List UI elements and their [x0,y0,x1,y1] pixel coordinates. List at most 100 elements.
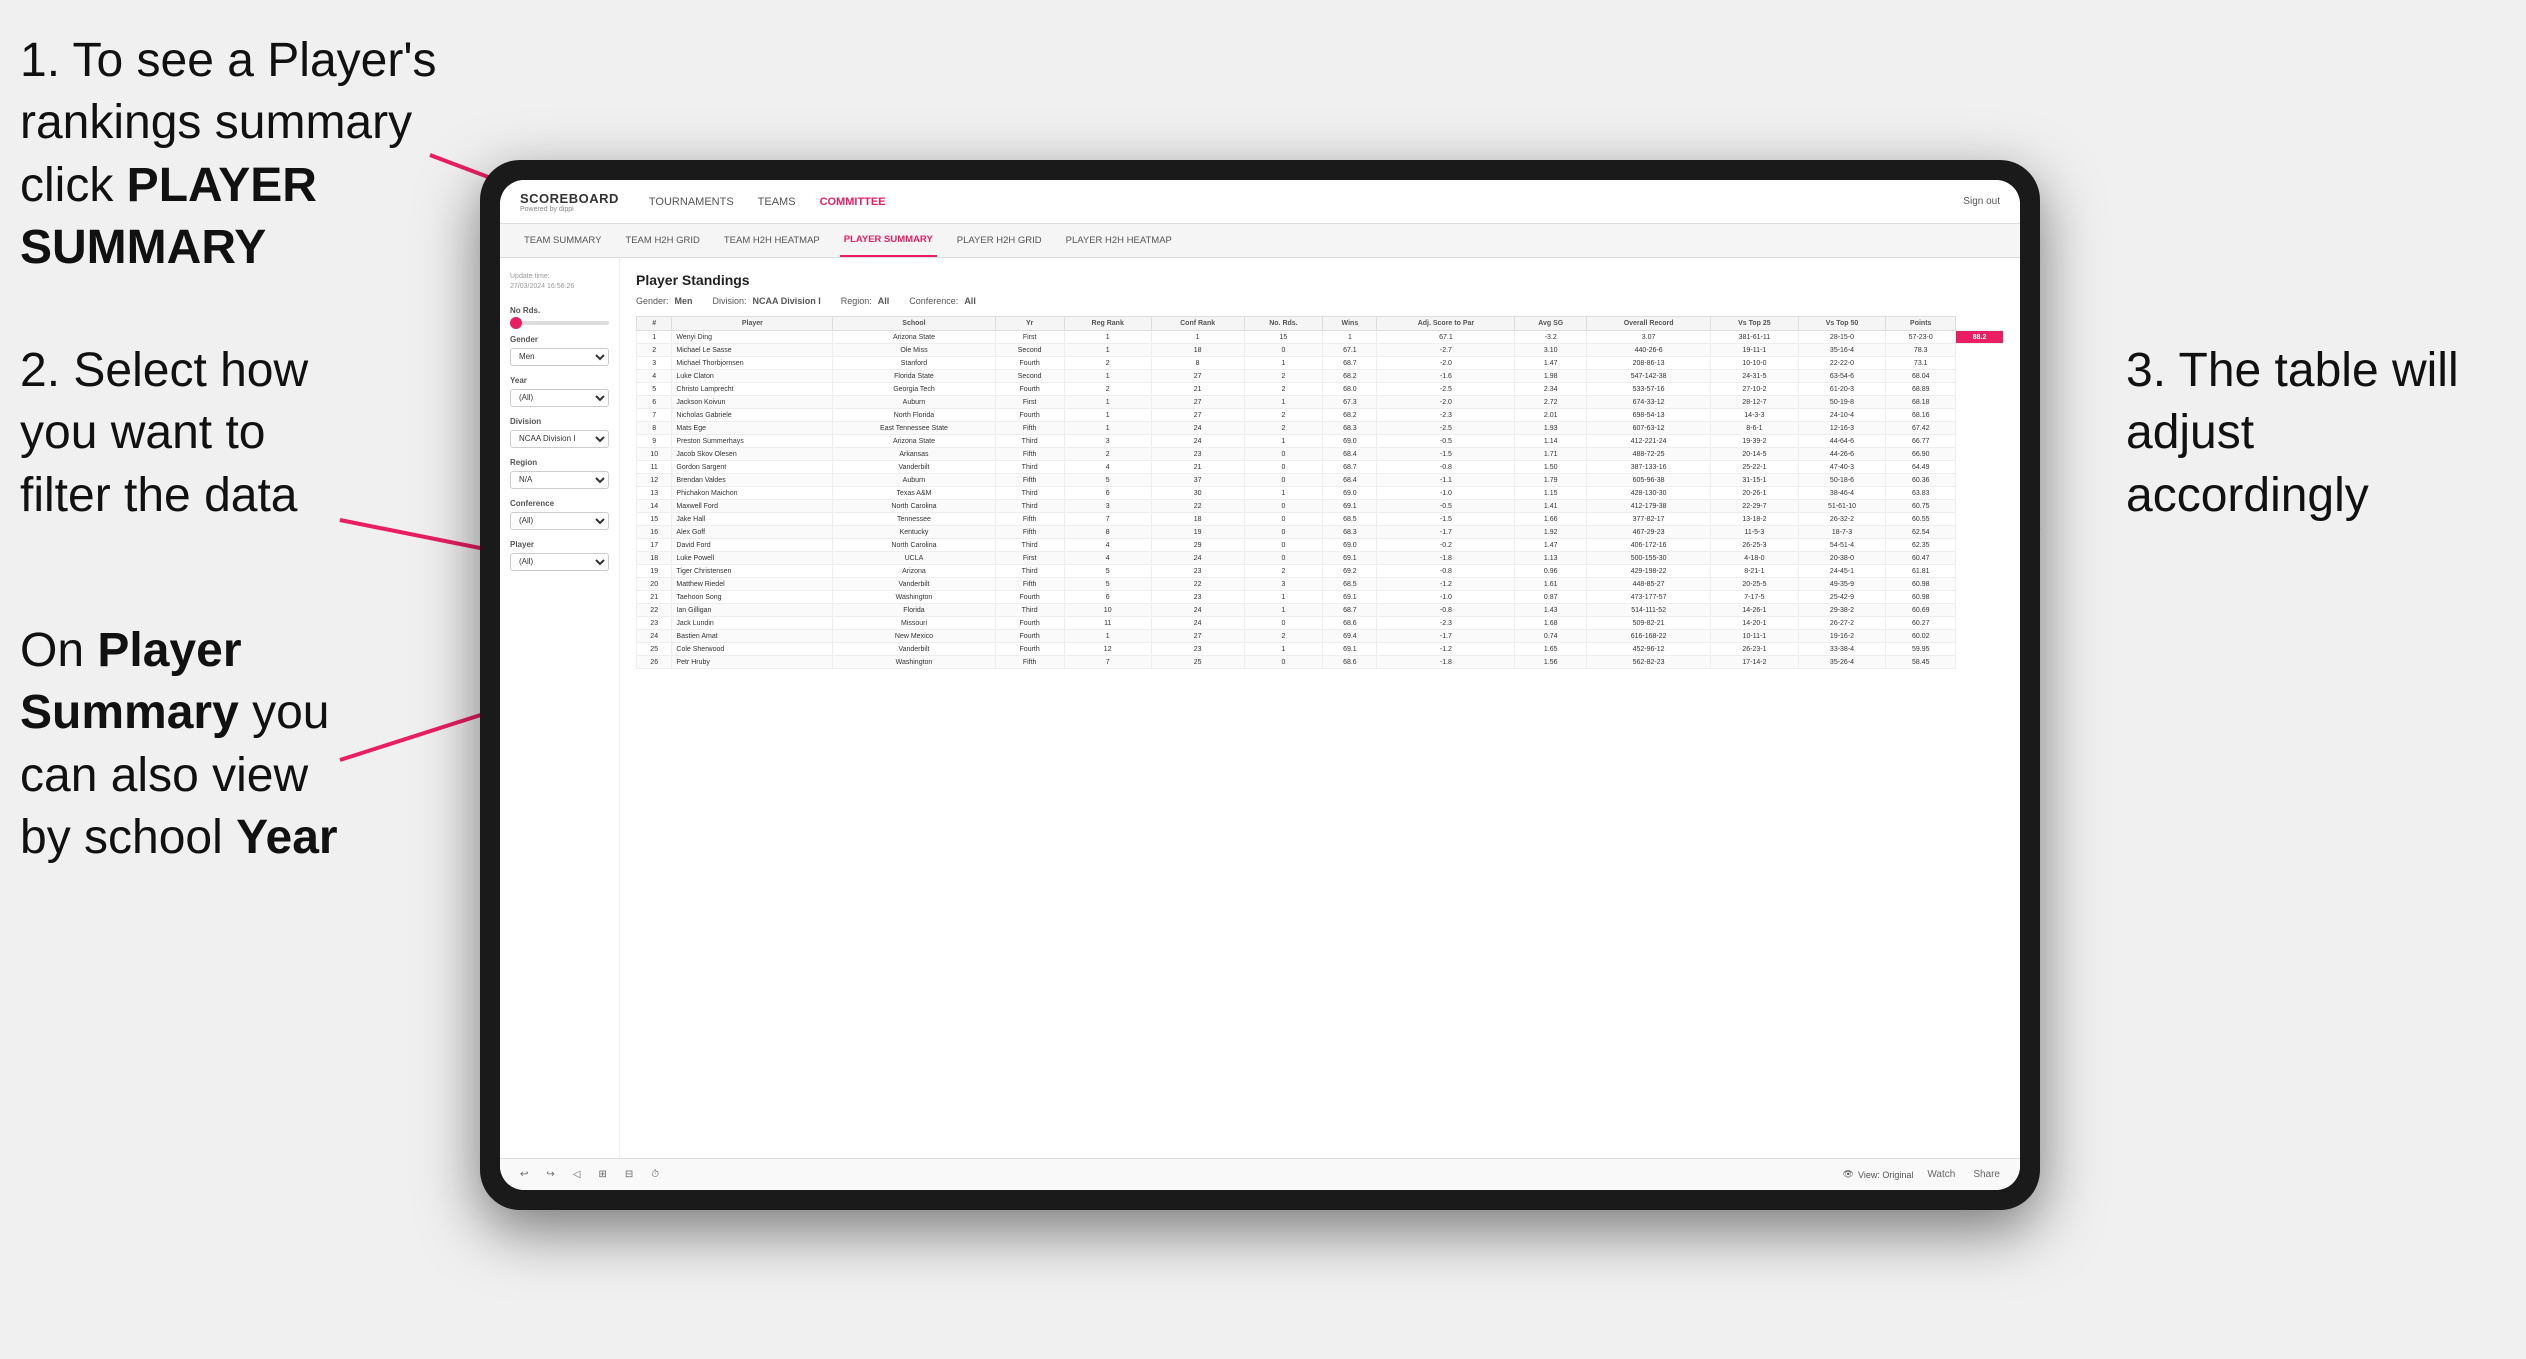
table-cell: 467-29-23 [1587,526,1711,539]
table-cell: 60.98 [1886,578,1956,591]
paste-button[interactable]: ⊟ [621,1167,637,1182]
table-cell: 33-38-4 [1798,643,1886,656]
player-select[interactable]: (All) [510,553,609,571]
table-cell: Arkansas [833,448,995,461]
table-cell: Ian Gilligan [672,604,833,617]
table-cell: 547-142-38 [1587,370,1711,383]
table-cell: 381-61-11 [1711,331,1799,344]
table-cell: 60.47 [1886,552,1956,565]
table-cell: Nicholas Gabriele [672,409,833,422]
nav-committee[interactable]: COMMITTEE [820,192,886,212]
table-cell: Tennessee [833,513,995,526]
table-cell: 69.1 [1323,500,1377,513]
table-cell: 73.1 [1886,357,1956,370]
table-cell: 2.01 [1515,409,1587,422]
table-cell: -1.7 [1377,526,1515,539]
table-cell: 4 [1064,552,1151,565]
sub-nav-player-h2h-grid[interactable]: PLAYER H2H GRID [953,224,1046,257]
table-cell: -1.8 [1377,656,1515,669]
table-cell: Fourth [995,383,1064,396]
sidebar: Update time: 27/03/2024 16:56:26 No Rds.… [500,258,620,1158]
share-button[interactable]: Share [1969,1167,2004,1182]
table-cell: 28-12-7 [1711,396,1799,409]
table-cell: 68.7 [1323,604,1377,617]
filter-region: Region: All [841,296,890,306]
table-cell: Jack Lundin [672,617,833,630]
copy-button[interactable]: ⊞ [594,1167,610,1182]
standings-table: # Player School Yr Reg Rank Conf Rank No… [636,316,2004,669]
table-cell: 8 [637,422,672,435]
step3-line2: Summary [20,686,239,739]
table-cell: UCLA [833,552,995,565]
table-cell: 18 [1151,513,1244,526]
table-cell: 3 [637,357,672,370]
back-button[interactable]: ◁ [569,1167,585,1182]
table-cell: 50-19-8 [1798,396,1886,409]
table-cell: 23 [1151,448,1244,461]
table-cell: Jacob Skov Olesen [672,448,833,461]
view-original[interactable]: 👁 View: Original [1843,1169,1914,1180]
table-cell: 208-86-13 [1587,357,1711,370]
table-cell: 15 [1244,331,1323,344]
table-cell: 27 [1151,396,1244,409]
table-row: 16Alex GoffKentuckyFifth819068.3-1.71.92… [637,526,2004,539]
region-select[interactable]: N/A [510,471,609,489]
slider-thumb[interactable] [510,317,522,329]
table-cell: 16 [637,526,672,539]
undo-button[interactable]: ↩ [516,1167,532,1182]
table-row: 14Maxwell FordNorth CarolinaThird322069.… [637,500,2004,513]
table-cell: 69.1 [1323,552,1377,565]
watch-button[interactable]: Watch [1923,1167,1959,1182]
clock-button[interactable]: ⏱ [647,1167,663,1182]
table-cell: Fourth [995,357,1064,370]
table-cell: 0.96 [1515,565,1587,578]
table-cell: First [995,552,1064,565]
table-cell: 14-20-1 [1711,617,1799,630]
table-cell: Alex Goff [672,526,833,539]
redo-button[interactable]: ↪ [542,1167,558,1182]
division-select[interactable]: NCAA Division I [510,430,609,448]
year-select[interactable]: (All) [510,389,609,407]
table-cell: 59.95 [1886,643,1956,656]
step4-line1: 3. The table will [2126,344,2459,397]
table-cell: 68.7 [1323,357,1377,370]
table-cell: 4-18-0 [1711,552,1799,565]
conference-filter-label: Conference: [909,296,958,306]
sub-nav-player-h2h-heatmap[interactable]: PLAYER H2H HEATMAP [1062,224,1176,257]
table-row: 13Phichakon MaichonTexas A&MThird630169.… [637,487,2004,500]
sub-nav-team-summary[interactable]: TEAM SUMMARY [520,224,605,257]
table-cell: 1 [1064,331,1151,344]
table-cell: 27-10-2 [1711,383,1799,396]
conference-select[interactable]: (All) [510,512,609,530]
gender-select[interactable]: Men [510,348,609,366]
table-cell: Stanford [833,357,995,370]
table-cell: 1 [1244,487,1323,500]
table-cell: 3.10 [1515,344,1587,357]
table-cell: 0 [1244,344,1323,357]
table-cell: 1.93 [1515,422,1587,435]
table-cell: 0 [1244,500,1323,513]
table-cell: 57-23-0 [1886,331,1956,344]
sub-nav-team-h2h-heatmap[interactable]: TEAM H2H HEATMAP [720,224,824,257]
table-cell: 1.68 [1515,617,1587,630]
col-avg-sg: Avg SG [1515,317,1587,331]
table-cell: 1.61 [1515,578,1587,591]
table-cell: 21 [637,591,672,604]
nav-teams[interactable]: TEAMS [758,192,796,212]
table-cell: 20-14-5 [1711,448,1799,461]
slider-track[interactable] [510,321,609,325]
table-cell: 0 [1244,656,1323,669]
update-time: Update time: 27/03/2024 16:56:26 [510,272,609,292]
table-cell: 12 [637,474,672,487]
nav-tournaments[interactable]: TOURNAMENTS [649,192,734,212]
table-cell: -0.8 [1377,461,1515,474]
table-cell: 19 [637,565,672,578]
sub-nav-team-h2h-grid[interactable]: TEAM H2H GRID [621,224,703,257]
sub-nav-player-summary[interactable]: PLAYER SUMMARY [840,224,937,257]
table-cell: 24 [1151,552,1244,565]
table-cell: 488-72-25 [1587,448,1711,461]
table-cell: 6 [637,396,672,409]
sign-out[interactable]: Sign out [1963,196,2000,207]
table-cell: 14-3-3 [1711,409,1799,422]
table-cell: 24 [1151,422,1244,435]
